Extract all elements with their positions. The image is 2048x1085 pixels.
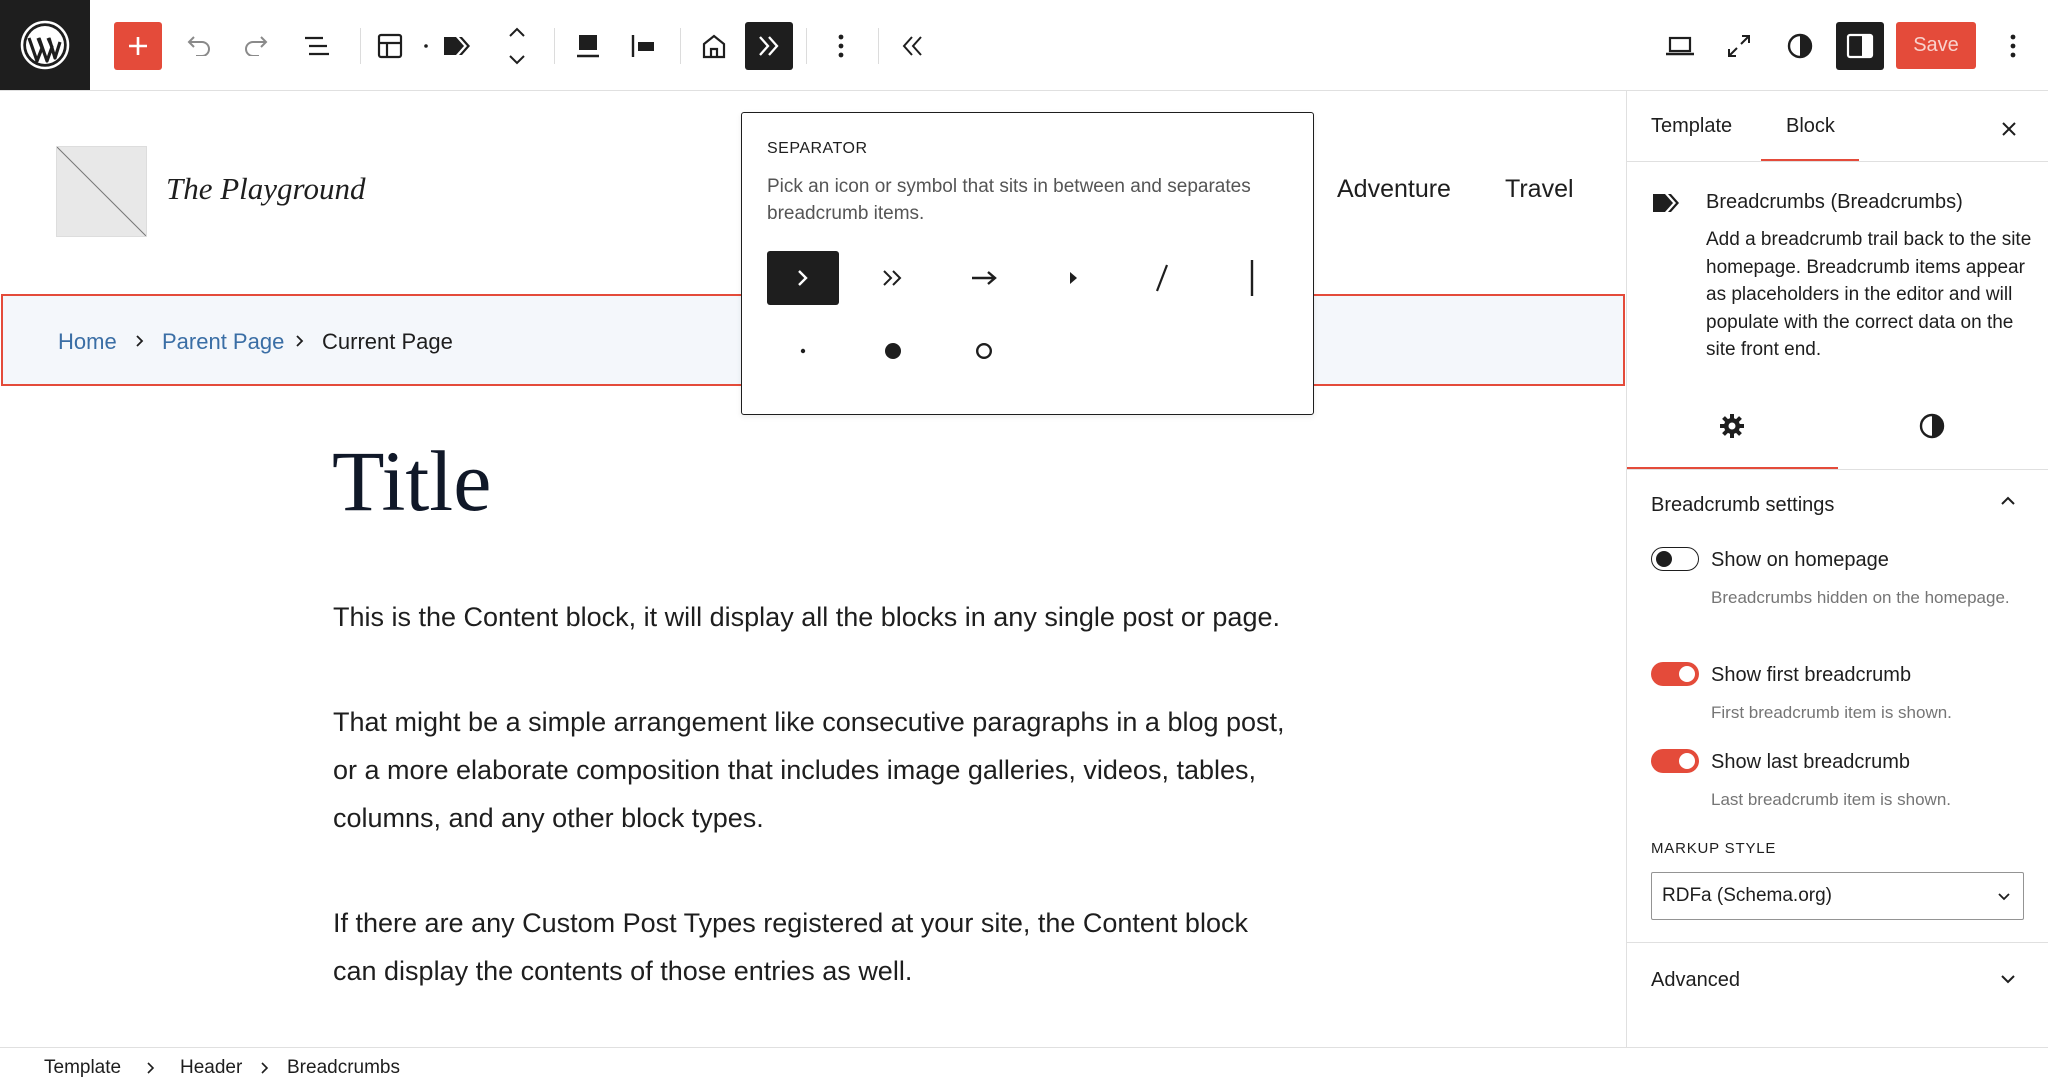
- chevron-down-icon: [1998, 893, 2010, 901]
- home-icon[interactable]: [690, 22, 738, 70]
- site-logo-placeholder[interactable]: [56, 146, 147, 237]
- site-title[interactable]: The Playground: [166, 171, 365, 207]
- separator-option-pipe[interactable]: [1216, 251, 1288, 305]
- add-block-button[interactable]: [114, 22, 162, 70]
- toggle-label: Show on homepage: [1711, 549, 1889, 571]
- separator-option-bullet[interactable]: [857, 324, 929, 378]
- zoom-out-icon[interactable]: [1715, 22, 1763, 70]
- tab-template[interactable]: Template: [1651, 115, 1732, 138]
- separator-popover: SEPARATOR Pick an icon or symbol that si…: [741, 112, 1314, 415]
- dot-separator: [421, 22, 431, 70]
- toggle-label: Show last breadcrumb: [1711, 751, 1910, 773]
- breadcrumb-current: Current Page: [322, 329, 453, 354]
- settings-sidebar: Template Block Breadcrumbs (Breadcrumbs)…: [1626, 91, 2048, 1048]
- block-description: Add a breadcrumb trail back to the site …: [1706, 229, 2032, 360]
- bottom-breadcrumb-breadcrumbs[interactable]: Breadcrumbs: [287, 1057, 400, 1079]
- chevron-right-icon: [147, 1062, 155, 1074]
- justify-top-icon[interactable]: [564, 22, 612, 70]
- undo-button[interactable]: [174, 22, 222, 70]
- tab-block[interactable]: Block: [1786, 115, 1835, 138]
- separator-option-circle[interactable]: [948, 324, 1020, 378]
- justify-left-icon[interactable]: [619, 22, 667, 70]
- bottom-breadcrumb-template[interactable]: Template: [44, 1057, 121, 1079]
- document-overview-button[interactable]: [293, 22, 341, 70]
- markup-style-label: MARKUP STYLE: [1651, 840, 1777, 857]
- settings-gear-icon[interactable]: [1712, 406, 1752, 446]
- chevron-right-icon: [261, 1062, 269, 1074]
- block-breadcrumb-bar: Template Header Breadcrumbs: [0, 1047, 2048, 1085]
- toggle-help: First breadcrumb item is shown.: [1711, 703, 1952, 722]
- toggle-show-on-homepage[interactable]: [1651, 547, 1699, 571]
- content-paragraph[interactable]: If there are any Custom Post Types regis…: [333, 899, 1293, 995]
- separator-option-small-dot[interactable]: [767, 324, 839, 378]
- content-paragraph[interactable]: This is the Content block, it will displ…: [333, 593, 1293, 641]
- separator-option-arrow[interactable]: [948, 251, 1020, 305]
- markup-style-select[interactable]: RDFa (Schema.org): [1651, 872, 2024, 920]
- content-paragraph[interactable]: That might be a simple arrangement like …: [333, 698, 1293, 842]
- separator-toggle-button[interactable]: [745, 22, 793, 70]
- breadcrumbs-block-icon[interactable]: [435, 22, 483, 70]
- styles-icon[interactable]: [1912, 406, 1952, 446]
- toggle-help: Last breadcrumb item is shown.: [1711, 790, 1951, 809]
- nav-link-travel[interactable]: Travel: [1505, 175, 1574, 204]
- separator-option-double-chevron[interactable]: [857, 251, 929, 305]
- separator-option-chevron[interactable]: [767, 251, 839, 305]
- template-part-icon[interactable]: [366, 22, 414, 70]
- toggle-show-first-breadcrumb[interactable]: [1651, 662, 1699, 686]
- chevron-right-icon: [136, 335, 144, 347]
- collapse-toolbar-icon[interactable]: [888, 22, 936, 70]
- post-title[interactable]: Title: [332, 431, 491, 531]
- markup-style-value: RDFa (Schema.org): [1662, 885, 1832, 906]
- bottom-breadcrumb-header[interactable]: Header: [180, 1057, 242, 1079]
- settings-sidebar-icon[interactable]: [1836, 22, 1884, 70]
- toggle-help: Breadcrumbs hidden on the homepage.: [1711, 588, 2010, 607]
- toggle-label: Show first breadcrumb: [1711, 664, 1912, 686]
- popover-help: Pick an icon or symbol that sits in betw…: [767, 176, 1251, 224]
- options-icon[interactable]: [1989, 22, 2037, 70]
- wordpress-logo-icon[interactable]: [0, 0, 90, 90]
- separator-option-slash[interactable]: [1126, 251, 1198, 305]
- styles-icon[interactable]: [1776, 22, 1824, 70]
- close-icon[interactable]: [1993, 113, 2025, 145]
- save-button[interactable]: Save: [1896, 22, 1976, 69]
- nav-link-adventure[interactable]: Adventure: [1337, 175, 1451, 204]
- block-name: Breadcrumbs (Breadcrumbs): [1706, 191, 1963, 213]
- chevron-up-icon[interactable]: [1999, 495, 2017, 507]
- redo-button[interactable]: [233, 22, 281, 70]
- breadcrumbs-block-icon: [1653, 194, 1679, 212]
- breadcrumb-home[interactable]: Home: [58, 329, 117, 355]
- toggle-show-last-breadcrumb[interactable]: [1651, 749, 1699, 773]
- chevron-right-icon: [296, 335, 304, 347]
- breadcrumb-parent[interactable]: Parent Page: [162, 329, 284, 355]
- more-options-icon[interactable]: [817, 22, 865, 70]
- panel-title[interactable]: Breadcrumb settings: [1651, 494, 1834, 517]
- editor-toolbar: Save: [0, 0, 2048, 91]
- separator-option-triangle[interactable]: [1037, 251, 1109, 305]
- move-up-down-icon[interactable]: [493, 22, 541, 70]
- chevron-down-icon[interactable]: [1999, 973, 2017, 985]
- advanced-panel-title[interactable]: Advanced: [1651, 969, 1740, 992]
- device-preview-icon[interactable]: [1656, 22, 1704, 70]
- popover-heading: SEPARATOR: [767, 140, 868, 157]
